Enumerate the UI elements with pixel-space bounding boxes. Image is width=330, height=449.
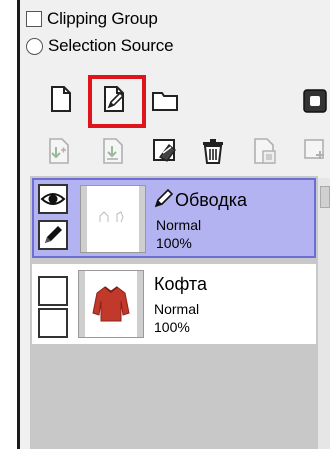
new-layer-mask-button[interactable]	[300, 136, 330, 166]
delete-layer-button[interactable]	[198, 136, 228, 166]
visibility-toggle[interactable]	[38, 276, 68, 306]
new-folder-icon	[152, 92, 178, 111]
selection-source-label: Selection Source	[48, 36, 174, 55]
layer-thumbnail	[78, 270, 144, 338]
new-layer-button[interactable]	[46, 84, 76, 114]
clipping-group-option[interactable]: Clipping Group	[26, 8, 158, 30]
merge-down-button[interactable]	[98, 136, 128, 166]
lock-toggle[interactable]	[38, 220, 68, 250]
layer-name: Обводка	[175, 190, 248, 210]
new-folder-button[interactable]	[150, 86, 180, 116]
new-layer-mask-icon	[304, 139, 324, 159]
layer-mask-button[interactable]	[300, 86, 330, 116]
selection-source-option[interactable]: Selection Source	[26, 35, 174, 57]
layer-panel-window: Clipping Group Selection Source Обводка …	[0, 0, 330, 449]
new-layer-icon	[51, 86, 71, 112]
layer-list-scrollbar[interactable]	[318, 178, 330, 449]
transfer-down-button[interactable]	[44, 136, 74, 166]
vector-layer-icon	[154, 188, 174, 208]
visibility-toggle[interactable]	[38, 184, 68, 214]
layer-name: Кофта	[154, 274, 207, 294]
delete-layer-icon	[203, 139, 223, 164]
clipping-group-checkbox[interactable]	[26, 11, 42, 27]
clipping-group-label: Clipping Group	[47, 9, 158, 28]
eye-icon	[40, 193, 66, 205]
layer-thumbnail	[80, 185, 146, 253]
clear-layer-button[interactable]	[150, 136, 180, 166]
clear-layer-icon	[153, 139, 176, 162]
pen-icon	[45, 226, 62, 243]
sweater-thumbnail-icon	[92, 286, 130, 322]
layer-blend-mode: Normal	[156, 217, 202, 233]
apply-mask-button[interactable]	[250, 136, 280, 166]
layer-mask-icon	[303, 89, 327, 113]
layer-opacity: 100%	[154, 319, 190, 335]
layer-row[interactable]: Кофта Normal 100%	[32, 264, 316, 344]
layer-opacity: 100%	[156, 235, 192, 251]
thumbnail-sketch-icon	[99, 211, 124, 223]
scrollbar-thumb[interactable]	[320, 186, 330, 208]
lock-toggle[interactable]	[38, 308, 68, 338]
merge-down-icon	[103, 138, 123, 164]
highlight-box	[88, 75, 146, 128]
layer-blend-mode: Normal	[154, 301, 200, 317]
selection-source-radio[interactable]	[26, 37, 43, 55]
layer-row-selected[interactable]: Обводка Normal 100%	[32, 178, 316, 258]
apply-mask-icon	[254, 138, 276, 164]
transfer-down-icon	[49, 138, 69, 164]
